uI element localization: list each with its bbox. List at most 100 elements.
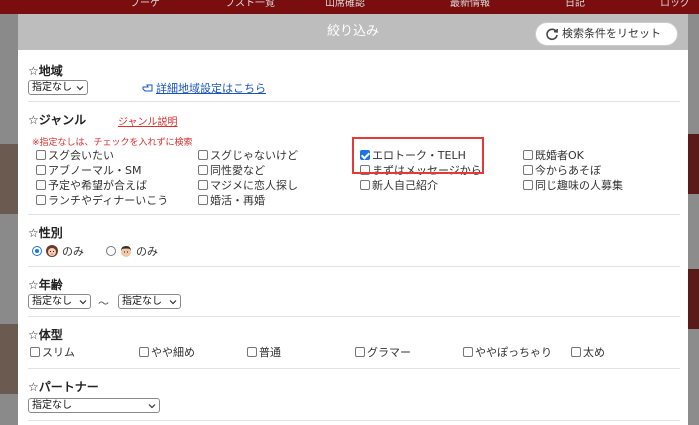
background-thumbnail [0, 144, 18, 214]
reset-conditions-button[interactable]: 検索条件をリセット [535, 22, 678, 46]
option-label: ややぽっちゃり [475, 346, 552, 359]
genre-option[interactable]: スグじゃないけど [198, 149, 298, 162]
option-label: 同性愛など [210, 164, 265, 177]
genre-option[interactable]: スグ会いたい [36, 149, 114, 162]
checkbox[interactable] [30, 347, 40, 357]
option-label: グラマー [367, 346, 411, 359]
highlight-box [352, 137, 484, 174]
detail-region-link[interactable]: 詳細地域設定はこちら [142, 80, 266, 96]
checkbox[interactable] [36, 165, 46, 175]
background-nav-bar: ブーゲ ブスト一覧 山席確認 最新情報 日記 ロッグ [0, 0, 699, 14]
genre-option[interactable]: ランチやディナーいこう [36, 194, 168, 207]
genre-help-link[interactable]: ジャンル説明 [118, 113, 178, 128]
background-left-column [0, 14, 18, 425]
modal-header: 絞り込み 検索条件をリセット [18, 14, 688, 50]
background-nav-item: 日記 [565, 0, 585, 9]
checkbox[interactable] [355, 347, 365, 357]
pointing-hand-icon [142, 84, 153, 92]
genre-option[interactable]: 同じ趣味の人募集 [523, 179, 623, 192]
genre-option[interactable]: 新人自己紹介 [360, 179, 438, 192]
gender-option-female[interactable]: のみ [32, 244, 84, 259]
age-from-value: 指定なし [32, 296, 72, 307]
option-label: 既婚者OK [535, 149, 584, 162]
background-block [688, 269, 699, 329]
body-type-option[interactable]: グラマー [355, 346, 411, 359]
radio[interactable] [106, 246, 116, 256]
background-nav-item: 山席確認 [325, 0, 365, 9]
age-from-select[interactable]: 指定なし [28, 294, 91, 309]
option-label: ランチやディナーいこう [48, 194, 169, 207]
body-type-section-title: ☆体型 [28, 328, 63, 342]
option-label: 婚活・再婚 [210, 194, 265, 207]
partner-select[interactable]: 指定なし [28, 398, 160, 413]
chevron-down-icon [148, 404, 156, 409]
option-label: マジメに恋人探し [210, 179, 298, 192]
background-thumbnail [0, 324, 18, 394]
option-label: 今からあそぼ [535, 164, 601, 177]
checkbox[interactable] [463, 347, 473, 357]
chevron-down-icon [79, 300, 87, 305]
divider [28, 368, 680, 369]
option-label: やや細め [151, 346, 195, 359]
body-type-option[interactable]: やや細め [139, 346, 195, 359]
checkbox[interactable] [523, 150, 533, 160]
divider [28, 101, 680, 102]
partner-section-title: ☆パートナー [28, 380, 99, 394]
filter-modal: 絞り込み 検索条件をリセット ☆地域 指定なし 詳細地域設定はこちら ☆ジャンル… [18, 14, 688, 425]
body-type-option[interactable]: スリム [30, 346, 75, 359]
age-to-value: 指定なし [122, 296, 162, 307]
region-select[interactable]: 指定なし [28, 80, 88, 95]
genre-option[interactable]: 今からあそぼ [523, 164, 601, 177]
background-nav-item: ブスト一覧 [225, 0, 275, 9]
background-block [688, 134, 699, 194]
checkbox[interactable] [523, 180, 533, 190]
genre-option[interactable]: 婚活・再婚 [198, 194, 265, 207]
checkbox[interactable] [571, 347, 581, 357]
body-type-option[interactable]: ややぽっちゃり [463, 346, 552, 359]
age-section-title: ☆年齢 [28, 278, 63, 292]
option-label: 太め [583, 346, 605, 359]
detail-region-link-label: 詳細地域設定はこちら [156, 82, 266, 95]
checkbox[interactable] [247, 347, 257, 357]
divider [28, 266, 680, 267]
genre-option[interactable]: マジメに恋人探し [198, 179, 298, 192]
option-label: スグ会いたい [48, 149, 114, 162]
checkbox[interactable] [198, 180, 208, 190]
checkbox[interactable] [198, 150, 208, 160]
checkbox[interactable] [139, 347, 149, 357]
background-nav-item: 最新情報 [450, 0, 490, 9]
chevron-down-icon [169, 300, 177, 305]
option-label: 予定や希望が合えば [48, 179, 147, 192]
option-label: アブノーマル・SM [48, 164, 142, 177]
genre-option[interactable]: アブノーマル・SM [36, 164, 141, 177]
checkbox[interactable] [36, 180, 46, 190]
radio-selected[interactable] [32, 246, 42, 256]
genre-note: ※指定なしは、チェックを入れずに検索 [32, 138, 193, 148]
background-nav-item: ブーゲ [130, 0, 160, 9]
divider [28, 420, 680, 421]
checkbox[interactable] [360, 180, 370, 190]
region-select-value: 指定なし [32, 82, 72, 93]
partner-select-value: 指定なし [32, 400, 72, 411]
genre-option[interactable]: 予定や希望が合えば [36, 179, 147, 192]
region-section-title: ☆地域 [28, 64, 63, 78]
checkbox[interactable] [198, 195, 208, 205]
reset-button-label: 検索条件をリセット [562, 27, 661, 40]
option-label: スグじゃないけど [210, 149, 298, 162]
gender-option-male[interactable]: のみ [106, 244, 158, 259]
checkbox[interactable] [36, 195, 46, 205]
body-type-option[interactable]: 太め [571, 346, 605, 359]
genre-option[interactable]: 同性愛など [198, 164, 265, 177]
gender-option-label: のみ [136, 245, 158, 258]
option-label: スリム [42, 346, 75, 359]
age-to-select[interactable]: 指定なし [118, 294, 181, 309]
body-type-option[interactable]: 普通 [247, 346, 281, 359]
checkbox[interactable] [198, 165, 208, 175]
background-right-column [688, 14, 699, 425]
genre-section-title: ☆ジャンル [28, 113, 87, 127]
female-face-icon [46, 245, 58, 257]
checkbox[interactable] [36, 150, 46, 160]
gender-option-label: のみ [62, 245, 84, 258]
genre-option[interactable]: 既婚者OK [523, 149, 584, 162]
checkbox[interactable] [523, 165, 533, 175]
